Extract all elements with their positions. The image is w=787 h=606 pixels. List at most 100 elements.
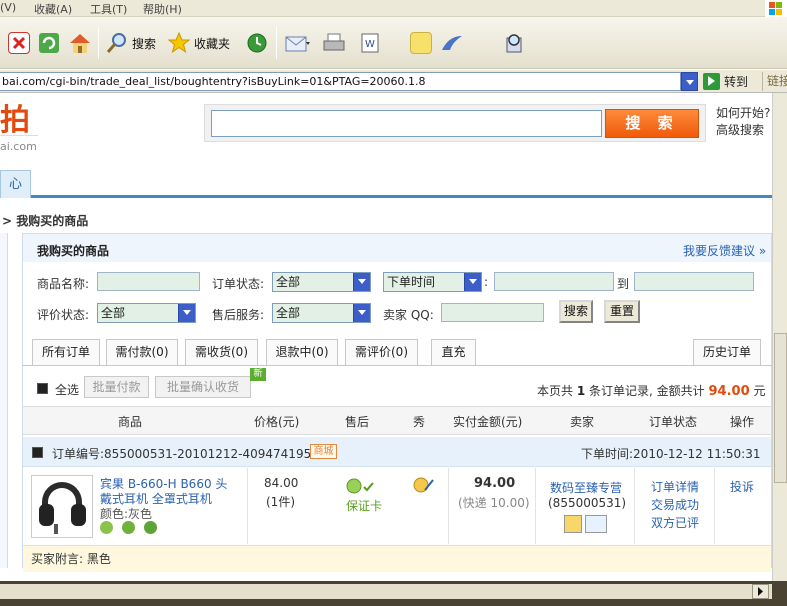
site-search-input[interactable] xyxy=(211,110,602,137)
links-button[interactable]: 链接 xyxy=(762,72,787,91)
refresh-icon xyxy=(38,32,60,54)
tab-direct-recharge[interactable]: 直充 xyxy=(431,339,476,365)
warranty-icon xyxy=(346,478,376,495)
horizontal-scrollbar[interactable] xyxy=(0,581,787,606)
tab-awaiting-review[interactable]: 需评价(0) xyxy=(345,339,418,365)
warranty-link[interactable]: 保证卡 xyxy=(346,497,382,514)
site-search: 搜 索 xyxy=(204,104,706,142)
edit-button[interactable]: W xyxy=(360,29,394,57)
home-icon xyxy=(68,32,90,54)
menu-tools[interactable]: 工具(T) xyxy=(90,1,127,17)
complain-link[interactable]: 投诉 xyxy=(730,478,754,495)
order-summary: 本页共 1 条订单记录, 金额共计 94.00 元 xyxy=(537,382,765,399)
help-links: 如何开始? 高级搜索 xyxy=(716,105,770,139)
scroll-right-arrow[interactable] xyxy=(752,584,769,599)
address-dropdown[interactable] xyxy=(681,72,698,91)
batch-pay-button[interactable]: 批量付款 xyxy=(84,376,149,398)
scroll-thumb[interactable] xyxy=(774,333,787,483)
favorites-button[interactable]: 收藏夹 xyxy=(167,29,230,57)
tab-history-orders[interactable]: 历史订单 xyxy=(693,339,761,365)
seller-qq-input[interactable] xyxy=(441,303,544,322)
colon-label: : xyxy=(484,275,489,289)
seller-name-link[interactable]: 数码至臻专营 xyxy=(550,479,622,496)
select-all-checkbox[interactable] xyxy=(37,383,48,394)
earcup-right xyxy=(71,504,86,526)
how-to-start-link[interactable]: 如何开始? xyxy=(716,105,770,122)
filter-search-button[interactable]: 搜索 xyxy=(559,300,593,323)
refresh-button[interactable] xyxy=(38,29,60,57)
rating-status-select[interactable]: 全部 xyxy=(97,303,196,323)
product-name-input[interactable] xyxy=(97,272,200,291)
logo-divider xyxy=(0,135,38,136)
date-from-input[interactable] xyxy=(494,272,614,291)
logo-url: ai.com xyxy=(0,140,37,153)
date-to-input[interactable] xyxy=(634,272,754,291)
feedback-link[interactable]: 我要反馈建议 » xyxy=(683,242,766,259)
new-badge: 新 xyxy=(250,368,266,381)
star-icon xyxy=(167,31,191,54)
order-detail-link[interactable]: 订单详情 xyxy=(651,478,699,495)
order-status-label: 订单状态: xyxy=(212,277,265,291)
contact-card-icon[interactable] xyxy=(585,515,607,533)
qq-penguin-icon[interactable] xyxy=(564,515,582,533)
summary-count: 1 xyxy=(576,384,586,398)
toolbar-divider xyxy=(98,27,99,59)
share-show-icon[interactable] xyxy=(413,476,435,494)
tab-refunding[interactable]: 退款中(0) xyxy=(266,339,338,365)
menu-help[interactable]: 帮助(H) xyxy=(143,1,182,17)
rating-status-value: 全部 xyxy=(101,306,126,320)
cell-divider xyxy=(634,468,635,544)
notes-button[interactable] xyxy=(410,29,432,57)
breadcrumb: > 我购买的商品 xyxy=(2,214,89,228)
advanced-search-link[interactable]: 高级搜索 xyxy=(716,122,770,139)
research-button[interactable] xyxy=(504,29,526,57)
product-title-line1[interactable]: 宾果 B-660-H B660 头 xyxy=(100,477,227,492)
home-button[interactable] xyxy=(68,29,90,57)
trade-success-link[interactable]: 交易成功 xyxy=(651,496,699,513)
site-search-button[interactable]: 搜 索 xyxy=(605,109,699,138)
site-logo[interactable]: 拍 xyxy=(0,95,31,139)
chevron-down-icon xyxy=(353,304,370,322)
both-rated-link[interactable]: 双方已评 xyxy=(651,514,699,531)
earcup-left xyxy=(39,504,54,526)
research-icon xyxy=(504,32,526,54)
printer-icon xyxy=(322,32,345,54)
summary-prefix: 本页共 xyxy=(537,384,574,398)
search-button[interactable]: 搜索 xyxy=(106,29,156,57)
history-button[interactable] xyxy=(246,29,268,57)
messenger-button[interactable] xyxy=(440,29,462,57)
word-doc-icon: W xyxy=(360,32,394,54)
filter-reset-button[interactable]: 重置 xyxy=(604,300,640,323)
col-paid: 实付金额(元) xyxy=(453,415,523,429)
menu-favorites[interactable]: 收藏(A) xyxy=(34,1,72,17)
to-label: 到 xyxy=(617,277,630,291)
col-seller: 卖家 xyxy=(570,415,595,429)
order-checkbox[interactable] xyxy=(32,447,43,458)
vertical-scrollbar[interactable] xyxy=(772,93,787,581)
quality-icon xyxy=(122,521,135,534)
tab-awaiting-receipt[interactable]: 需收货(0) xyxy=(185,339,258,365)
batch-confirm-button[interactable]: 批量确认收货 xyxy=(155,376,251,398)
go-button[interactable]: 转到 xyxy=(703,72,748,91)
tab-center[interactable]: 心 xyxy=(0,170,31,198)
after-sale-select[interactable]: 全部 xyxy=(272,303,371,323)
menu-view[interactable]: (V) xyxy=(0,1,16,14)
note-icon xyxy=(410,32,432,54)
product-thumbnail[interactable] xyxy=(31,475,93,538)
stop-button[interactable] xyxy=(8,29,30,57)
search-icon xyxy=(106,32,128,54)
shipping-fee: (快递 10.00) xyxy=(458,496,530,510)
menu-bar: (V) 收藏(A) 工具(T) 帮助(H) xyxy=(0,0,787,18)
quantity: (1件) xyxy=(266,495,295,509)
cell-divider xyxy=(714,468,715,544)
mail-button[interactable] xyxy=(284,29,310,57)
unit-price: 84.00 xyxy=(264,476,299,490)
print-button[interactable] xyxy=(322,29,345,57)
address-input[interactable]: bai.com/cgi-bin/trade_deal_list/boughten… xyxy=(0,72,681,91)
order-status-select[interactable]: 全部 xyxy=(272,272,371,292)
time-type-select[interactable]: 下单时间 xyxy=(383,272,482,292)
tab-all-orders[interactable]: 所有订单 xyxy=(32,339,100,365)
tab-awaiting-payment[interactable]: 需付款(0) xyxy=(106,339,178,365)
cell-divider xyxy=(448,468,449,544)
scroll-track[interactable] xyxy=(0,584,772,599)
